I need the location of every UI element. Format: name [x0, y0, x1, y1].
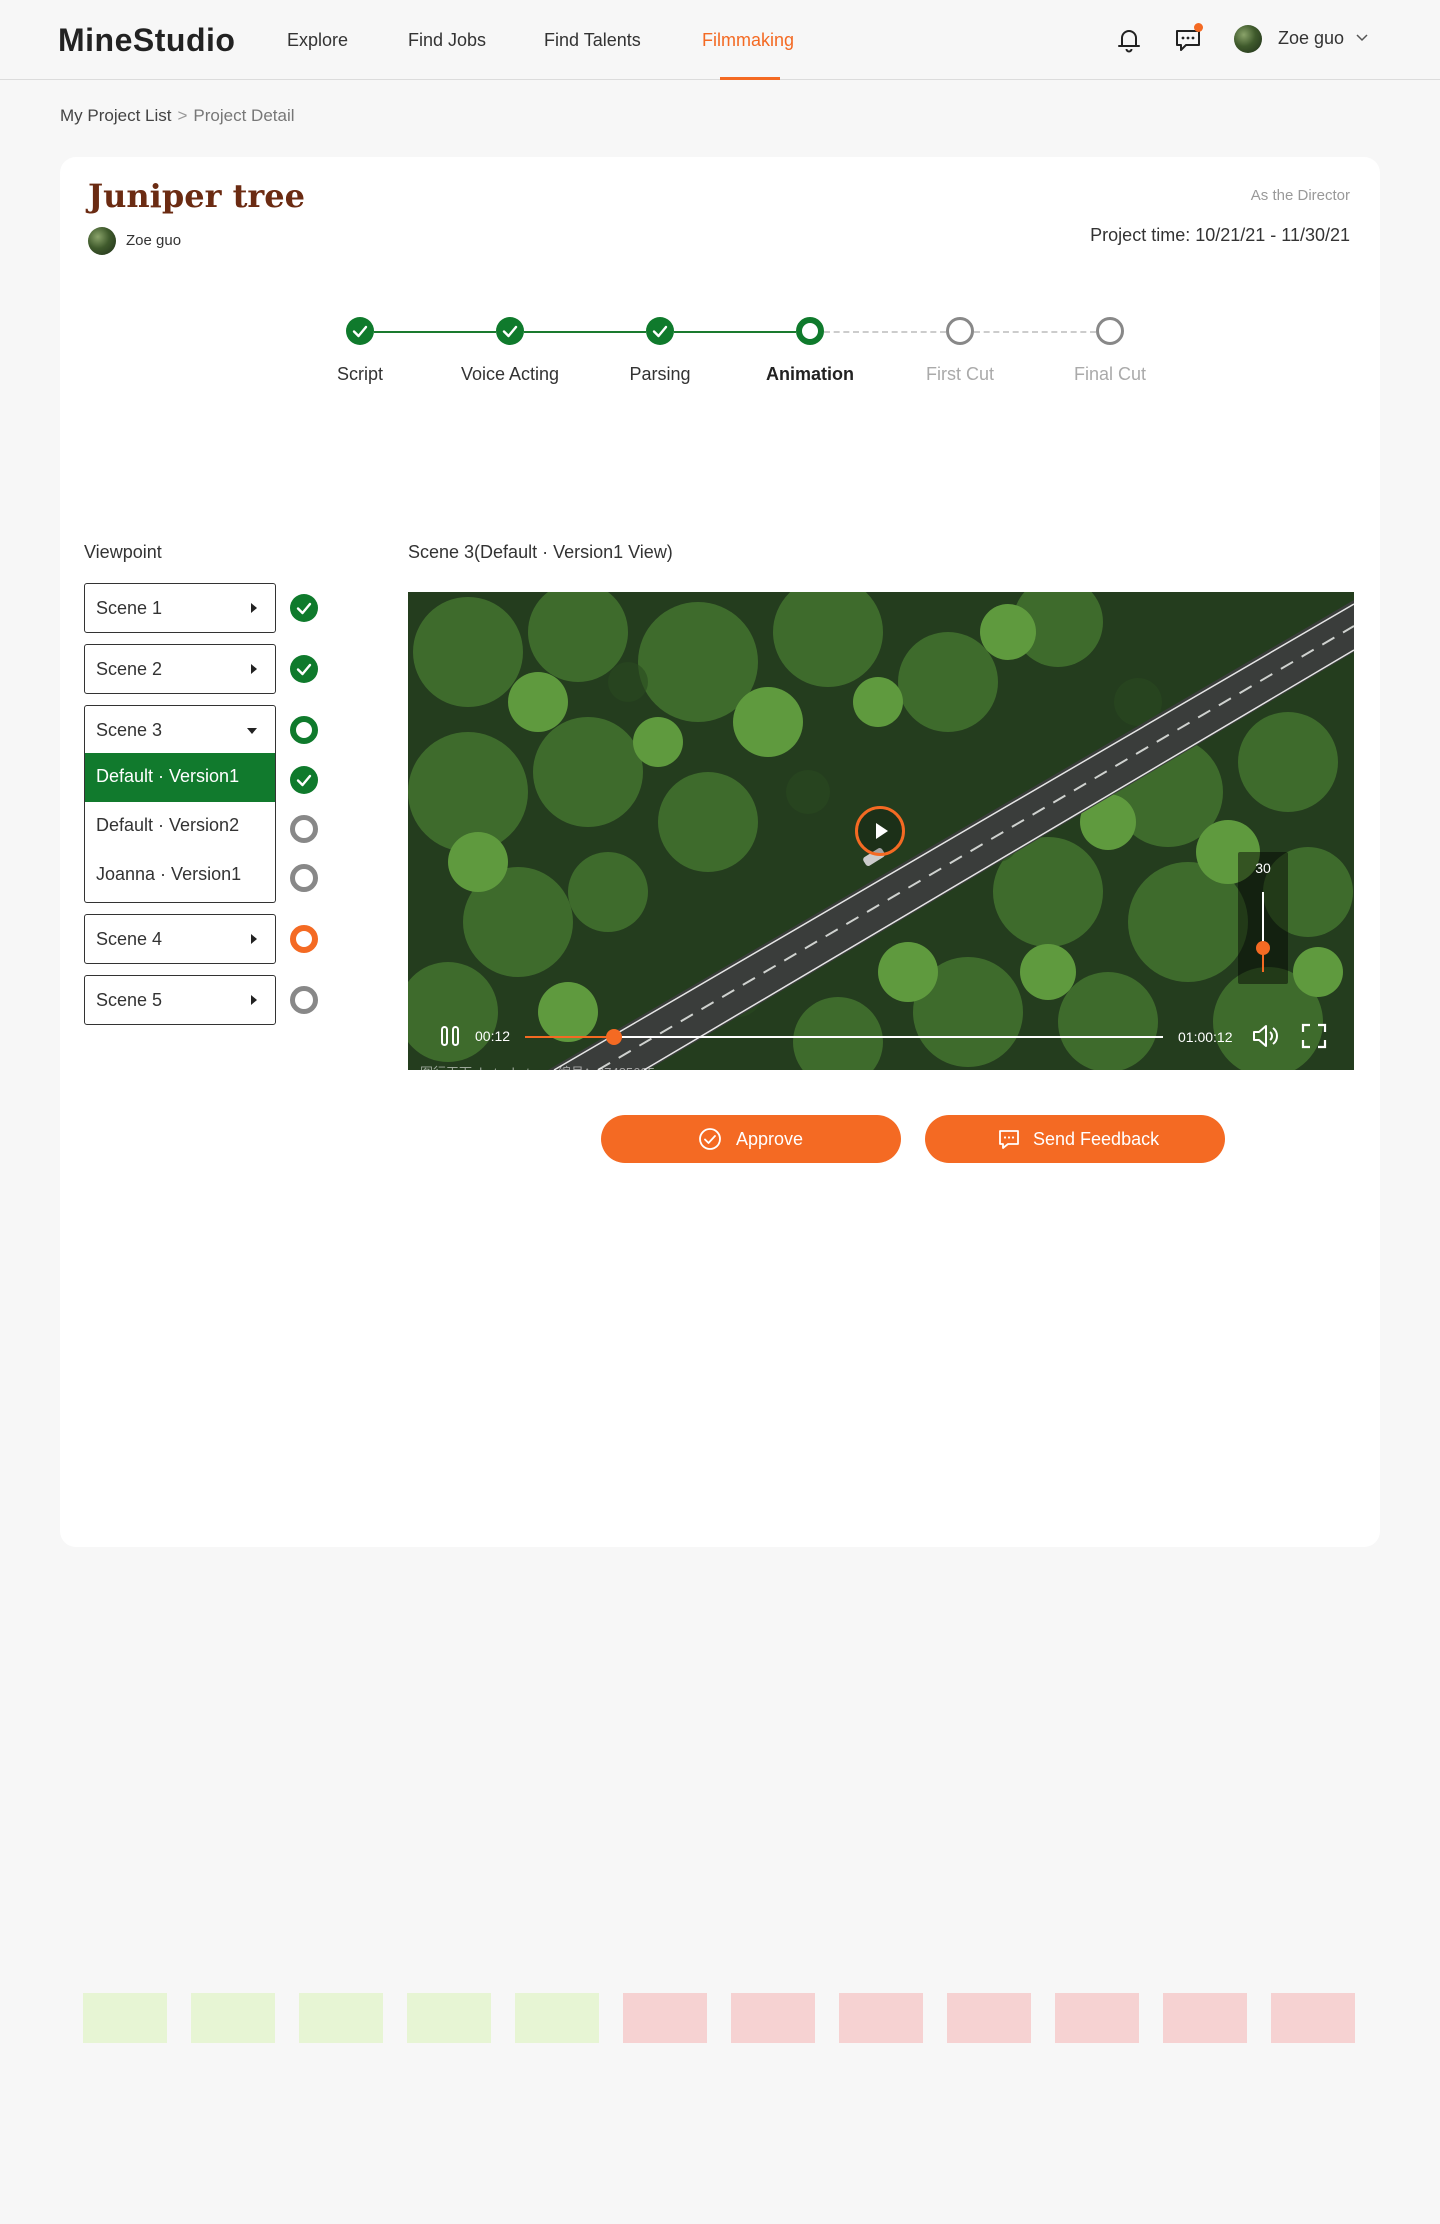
notification-dot [1194, 23, 1203, 32]
volume-value: 30 [1255, 860, 1271, 876]
strip-block [947, 1993, 1031, 2043]
nav-explore[interactable]: Explore [287, 30, 348, 51]
step-label-parsing: Parsing [629, 364, 691, 384]
scene-view-title: Scene 3(Default · Version1 View) [408, 542, 673, 562]
volume-panel[interactable]: 30 [1238, 852, 1288, 984]
version-default-1-done-icon [290, 766, 318, 794]
strip-block [623, 1993, 707, 2043]
strip-block [515, 1993, 599, 2043]
play-overlay-button[interactable] [855, 806, 905, 856]
video-watermark: 图行天下photophoto.cn 编号：37485605 [420, 1062, 655, 1070]
version-default-2[interactable]: Default · Version2 [85, 802, 275, 851]
step-first-cut-pending-icon [946, 317, 974, 345]
step-connector [674, 331, 796, 333]
step-parsing-done-icon [646, 317, 674, 345]
fullscreen-icon[interactable] [1300, 1022, 1328, 1050]
breadcrumb-separator: > [177, 106, 188, 125]
breadcrumb: My Project List > Project Detail [60, 106, 295, 126]
strip-block [1271, 1993, 1355, 2043]
step-voice-acting-done-icon [496, 317, 524, 345]
step-connector [524, 331, 646, 333]
caret-right-icon [251, 934, 257, 944]
scene-4-attention-icon [290, 925, 318, 953]
step-label-voice-acting: Voice Acting [460, 364, 560, 384]
step-connector [824, 331, 946, 333]
scene-3-version-list: Default · Version1 Default · Version2 Jo… [84, 753, 276, 903]
pause-icon[interactable] [438, 1024, 462, 1048]
version-default-1[interactable]: Default · Version1 [85, 753, 275, 802]
strip-block [731, 1993, 815, 2043]
progress-fill [525, 1036, 614, 1038]
strip-block [299, 1993, 383, 2043]
version-joanna-1-pending-icon [290, 864, 318, 892]
step-connector [974, 331, 1096, 333]
breadcrumb-parent-link[interactable]: My Project List [60, 106, 171, 125]
progress-stepper: Script Voice Acting Parsing Animation Fi… [60, 157, 1380, 457]
step-connector [374, 331, 496, 333]
app-logo[interactable]: MineStudio [58, 22, 235, 59]
step-label-script: Script [336, 364, 383, 384]
check-circle-icon [699, 1128, 721, 1150]
step-label-final-cut: Final Cut [1073, 364, 1147, 384]
caret-right-icon [251, 664, 257, 674]
nav-filmmaking[interactable]: Filmmaking [702, 30, 794, 51]
step-animation-current-icon [796, 317, 824, 345]
feedback-icon [999, 1130, 1019, 1149]
scene-3-in-progress-icon [290, 716, 318, 744]
scene-3-selector[interactable]: Scene 3 [84, 705, 276, 755]
current-time: 00:12 [475, 1028, 511, 1044]
strip-block [191, 1993, 275, 2043]
step-final-cut-pending-icon [1096, 317, 1124, 345]
approve-label: Approve [736, 1129, 804, 1149]
avatar[interactable] [1234, 25, 1262, 53]
project-detail-card: Juniper tree Zoe guo As the Director Pro… [60, 157, 1380, 1547]
scene-5-selector[interactable]: Scene 5 [84, 975, 276, 1025]
user-name[interactable]: Zoe guo [1278, 28, 1344, 49]
scene-label: Scene 3 [96, 720, 163, 740]
strip-block [407, 1993, 491, 2043]
chevron-down-icon[interactable] [1354, 30, 1370, 46]
duration: 01:00:12 [1178, 1029, 1233, 1045]
scene-2-selector[interactable]: Scene 2 [84, 644, 276, 694]
version-joanna-1[interactable]: Joanna · Version1 [85, 851, 275, 900]
bell-icon[interactable] [1113, 24, 1145, 56]
scene-1-done-icon [290, 594, 318, 622]
play-icon [876, 823, 888, 839]
caret-right-icon [251, 603, 257, 613]
viewpoint-title: Viewpoint [84, 542, 162, 562]
send-feedback-button[interactable]: Send Feedback [925, 1115, 1225, 1163]
progress-knob[interactable] [606, 1029, 622, 1045]
volume-knob[interactable] [1256, 941, 1270, 955]
scene-4-selector[interactable]: Scene 4 [84, 914, 276, 964]
breadcrumb-current: Project Detail [193, 106, 295, 125]
step-label-animation: Animation [766, 364, 854, 384]
nav-find-talents[interactable]: Find Talents [544, 30, 641, 51]
scene-label: Scene 5 [96, 990, 163, 1010]
strip-block [83, 1993, 167, 2043]
scene-label: Scene 4 [96, 929, 163, 949]
strip-block [1055, 1993, 1139, 2043]
strip-block [839, 1993, 923, 2043]
scene-label: Scene 2 [96, 659, 163, 679]
step-label-first-cut: First Cut [925, 364, 994, 384]
approve-button[interactable]: Approve [601, 1115, 901, 1163]
version-default-2-pending-icon [290, 815, 318, 843]
nav-find-jobs[interactable]: Find Jobs [408, 30, 486, 51]
caret-right-icon [251, 995, 257, 1005]
scene-label: Scene 1 [96, 598, 163, 618]
top-nav-bar: MineStudio Explore Find Jobs Find Talent… [0, 0, 1440, 80]
volume-icon[interactable] [1251, 1022, 1281, 1050]
scene-1-selector[interactable]: Scene 1 [84, 583, 276, 633]
strip-block [1163, 1993, 1247, 2043]
active-nav-indicator [720, 77, 780, 80]
send-feedback-label: Send Feedback [1033, 1129, 1160, 1149]
video-player[interactable]: 30 00:12 01:00:12 图行天下photophoto.cn 编号：3… [408, 592, 1354, 1070]
scene-2-done-icon [290, 655, 318, 683]
scene-5-pending-icon [290, 986, 318, 1014]
caret-down-icon [247, 728, 257, 734]
step-script-done-icon [346, 317, 374, 345]
